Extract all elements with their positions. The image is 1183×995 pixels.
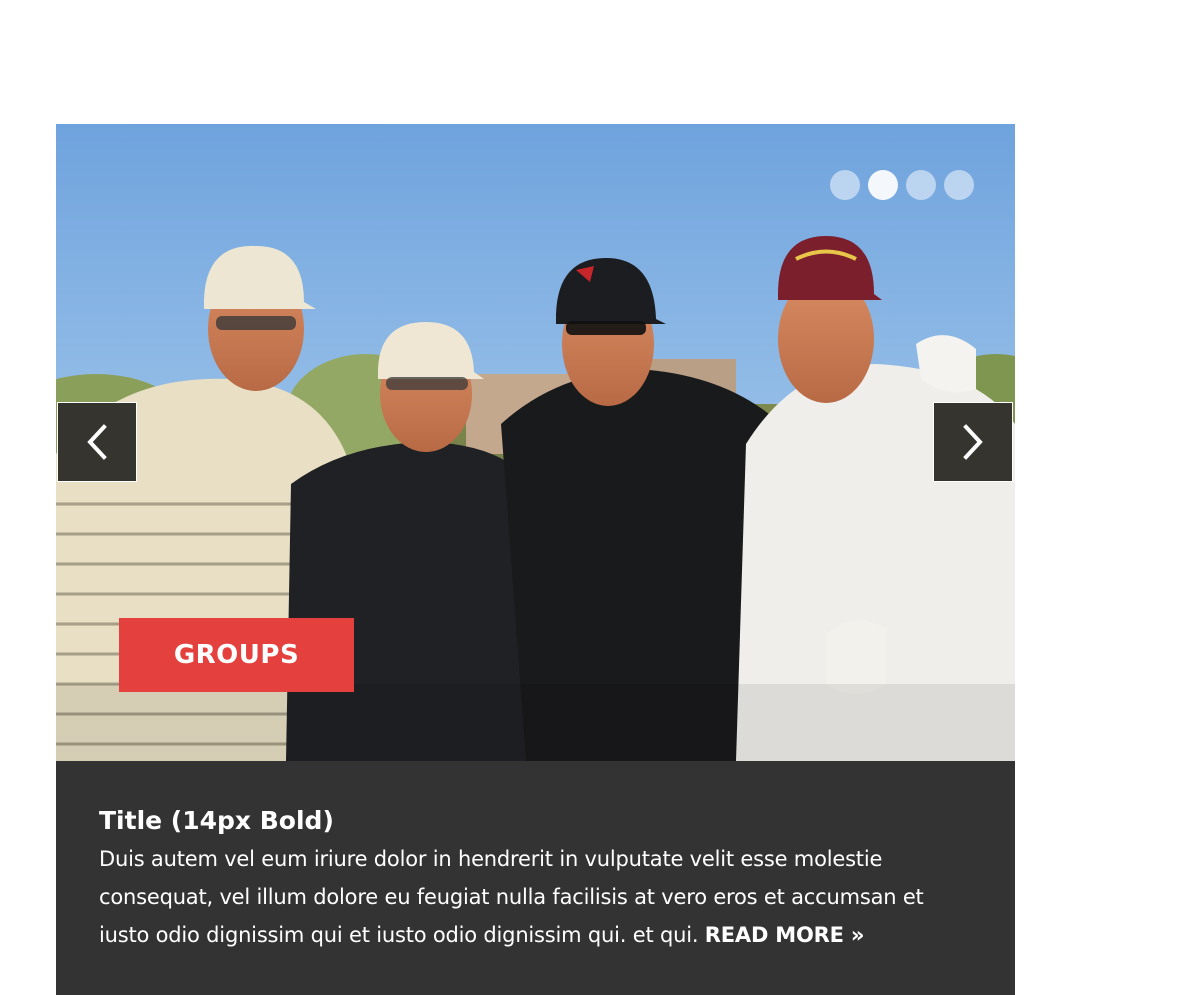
caption-title: Title (14px Bold) <box>99 806 334 835</box>
chevron-right-icon <box>963 424 983 460</box>
slide-dot-3[interactable] <box>906 170 936 200</box>
read-more-link[interactable]: READ MORE » <box>704 923 865 947</box>
slide-caption: Title (14px Bold) Duis autem vel eum iri… <box>99 804 979 954</box>
double-chevron-right-icon: » <box>843 923 865 947</box>
read-more-label: READ MORE <box>704 923 844 947</box>
next-slide-button[interactable] <box>933 402 1013 482</box>
prev-slide-button[interactable] <box>57 402 137 482</box>
slide-dot-4[interactable] <box>944 170 974 200</box>
slide-dot-2[interactable] <box>868 170 898 200</box>
chevron-left-icon <box>87 424 107 460</box>
category-tag-button[interactable]: GROUPS <box>119 618 354 692</box>
slider-card: GROUPS Title (14px Bold) Duis autem vel … <box>56 124 1015 995</box>
slide-pagination <box>830 170 974 200</box>
slide-dot-1[interactable] <box>830 170 860 200</box>
hero-slide: GROUPS <box>56 124 1015 761</box>
caption-body: Duis autem vel eum iriure dolor in hendr… <box>99 840 979 954</box>
